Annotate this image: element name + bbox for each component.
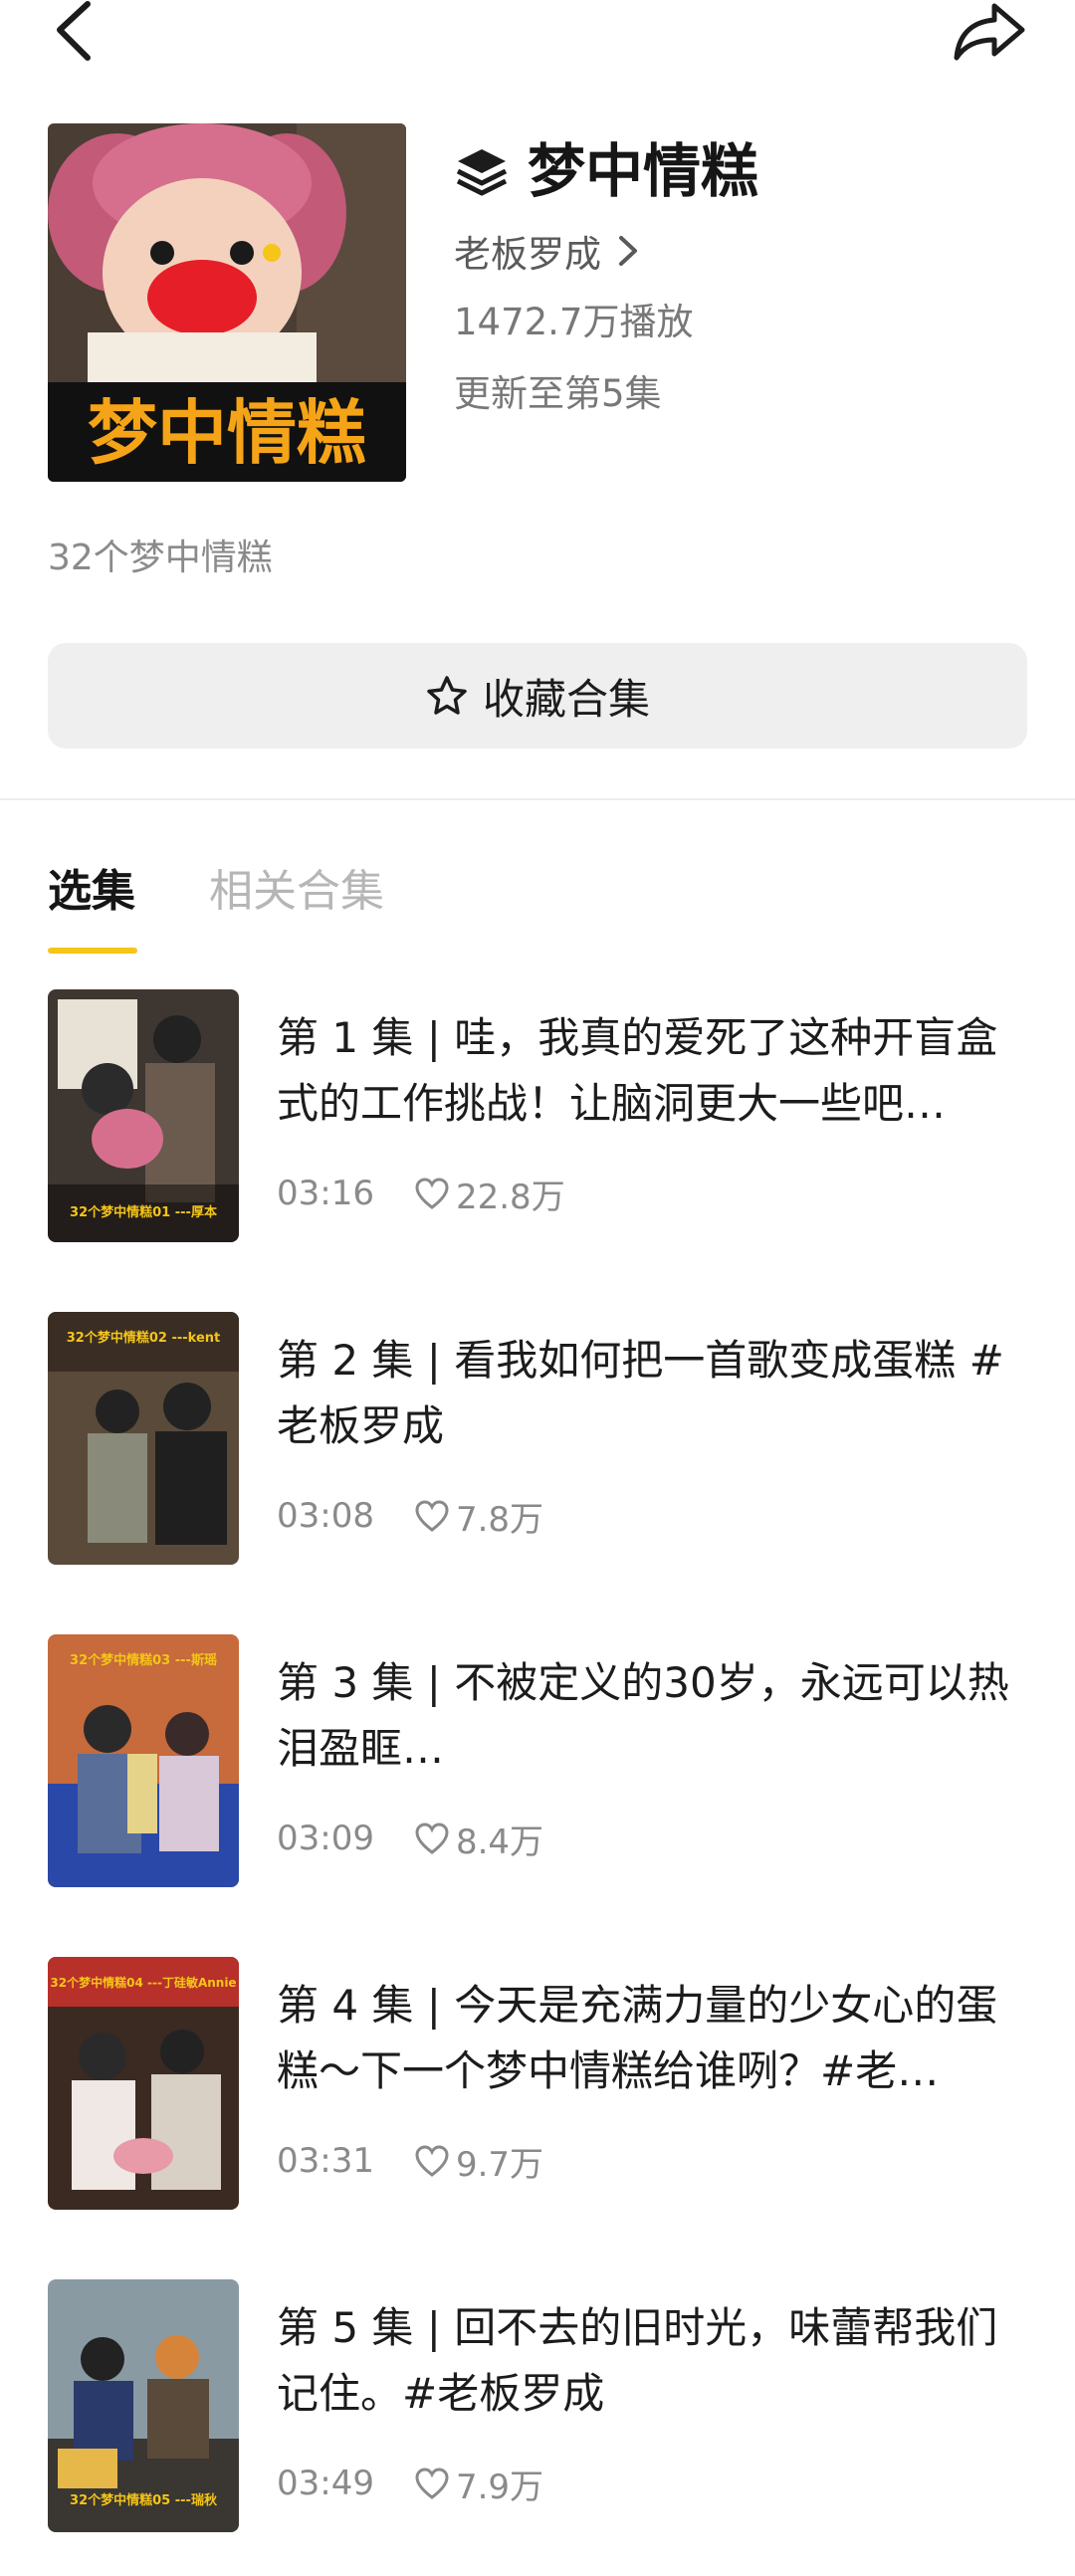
- thumbnail-caption: 32个梦中情糕02 ---kent: [67, 1330, 220, 1346]
- episode-duration: 03:49: [277, 2464, 374, 2503]
- thumbnail-caption: 32个梦中情糕04 ---丁硅敏Annie: [50, 1975, 236, 1990]
- tab-related-collections[interactable]: 相关合集: [209, 854, 384, 954]
- update-status: 更新至第5集: [454, 372, 662, 415]
- cover-title-text: 梦中情糕: [88, 392, 366, 474]
- play-count: 1472.7万播放: [454, 301, 694, 343]
- episode-title: 第 1 集 | 哇，我真的爱死了这种开盲盒式的工作挑战！让脑洞更大一些吧…: [277, 1013, 998, 1128]
- heart-icon: [415, 1500, 449, 1532]
- thumbnail-caption: 32个梦中情糕01 ---厚本: [70, 1204, 217, 1220]
- star-icon: [427, 676, 467, 715]
- top-bar: [0, 0, 1075, 90]
- episode-stats: 03:08 7.8万: [277, 1491, 543, 1541]
- episode-thumbnail[interactable]: 32个梦中情糕05 ---瑞秋: [48, 2279, 239, 2532]
- heart-icon: [415, 1178, 449, 1209]
- thumbnail-caption: 32个梦中情糕03 ---斯瑶: [70, 1652, 217, 1668]
- favorite-collection-button[interactable]: 收藏合集: [48, 643, 1027, 749]
- episode-item[interactable]: 32个梦中情糕02 ---kent 第 2 集 | 看我如何把一首歌变成蛋糕 #…: [48, 1312, 1033, 1634]
- episode-likes: 8.4万: [455, 1822, 544, 1862]
- share-arrow-icon: [954, 3, 1025, 61]
- section-divider: [0, 798, 1075, 800]
- episode-item[interactable]: 32个梦中情糕03 ---斯瑶 第 3 集 | 不被定义的30岁，永远可以热泪盈…: [48, 1634, 1033, 1957]
- author-link[interactable]: 老板罗成: [454, 221, 1031, 281]
- collection-meta: 梦中情糕 老板罗成 1472.7万播放 更新至第5集: [454, 131, 1031, 424]
- author-name: 老板罗成: [454, 233, 601, 276]
- collection-description: 32个梦中情糕: [48, 537, 273, 578]
- back-button[interactable]: [48, 0, 108, 70]
- chevron-left-icon: [57, 1, 91, 61]
- episode-thumbnail[interactable]: 32个梦中情糕03 ---斯瑶: [48, 1634, 239, 1887]
- collection-cover-image[interactable]: 梦中情糕: [48, 123, 406, 482]
- episode-duration: 03:31: [277, 2141, 374, 2181]
- episode-stats: 03:16 22.8万: [277, 1169, 565, 1218]
- episode-likes: 9.7万: [455, 2144, 544, 2185]
- episode-thumbnail[interactable]: 32个梦中情糕04 ---丁硅敏Annie: [48, 1957, 239, 2210]
- heart-icon: [415, 2145, 449, 2177]
- episode-stats: 03:09 8.4万: [277, 1814, 543, 1863]
- share-button[interactable]: [951, 0, 1030, 70]
- favorite-button-label: 收藏合集: [482, 674, 650, 724]
- episode-likes: 7.8万: [455, 1499, 544, 1540]
- cake-doll-illustration: 梦中情糕: [48, 123, 406, 482]
- episode-item[interactable]: 32个梦中情糕04 ---丁硅敏Annie 第 4 集 | 今天是充满力量的少女…: [48, 1957, 1033, 2279]
- episode-duration: 03:08: [277, 1496, 374, 1536]
- title-row: 梦中情糕: [454, 131, 1031, 211]
- thumbnail-caption: 32个梦中情糕05 ---瑞秋: [70, 2492, 218, 2508]
- collection-header: 梦中情糕 梦中情糕 老板罗成 1472.7万播放 更新至第5集: [48, 123, 1033, 482]
- heart-icon: [415, 1823, 449, 1854]
- episode-stats: 03:31 9.7万: [277, 2136, 543, 2186]
- heart-icon: [415, 2468, 449, 2499]
- episode-duration: 03:09: [277, 1819, 374, 1858]
- episode-thumbnail[interactable]: 32个梦中情糕02 ---kent: [48, 1312, 239, 1565]
- collection-title: 梦中情糕: [528, 137, 759, 205]
- tab-bar: 选集 相关合集: [48, 854, 458, 954]
- episode-item[interactable]: 32个梦中情糕05 ---瑞秋 第 5 集 | 回不去的旧时光，味蕾帮我们记住。…: [48, 2279, 1033, 2576]
- episode-duration: 03:16: [277, 1174, 374, 1213]
- episode-list: 32个梦中情糕01 ---厚本 第 1 集 | 哇，我真的爱死了这种开盲盒式的工…: [48, 989, 1033, 2576]
- episode-thumbnail[interactable]: 32个梦中情糕01 ---厚本: [48, 989, 239, 1242]
- episode-stats: 03:49 7.9万: [277, 2459, 543, 2508]
- episode-likes: 22.8万: [455, 1177, 565, 1217]
- active-tab-indicator: [48, 948, 137, 954]
- tab-episodes[interactable]: 选集: [48, 854, 135, 954]
- episode-title: 第 4 集 | 今天是充满力量的少女心的蛋糕～下一个梦中情糕给谁咧？#老…: [277, 1981, 998, 2095]
- episode-title: 第 3 集 | 不被定义的30岁，永远可以热泪盈眶…: [277, 1658, 1009, 1773]
- episode-title: 第 2 集 | 看我如何把一首歌变成蛋糕 #老板罗成: [277, 1336, 1004, 1450]
- episode-title: 第 5 集 | 回不去的旧时光，味蕾帮我们记住。#老板罗成: [277, 2303, 998, 2418]
- episode-likes: 7.9万: [455, 2467, 544, 2507]
- collection-stack-icon: [456, 149, 508, 196]
- chevron-right-icon: [619, 236, 637, 266]
- episode-item[interactable]: 32个梦中情糕01 ---厚本 第 1 集 | 哇，我真的爱死了这种开盲盒式的工…: [48, 989, 1033, 1312]
